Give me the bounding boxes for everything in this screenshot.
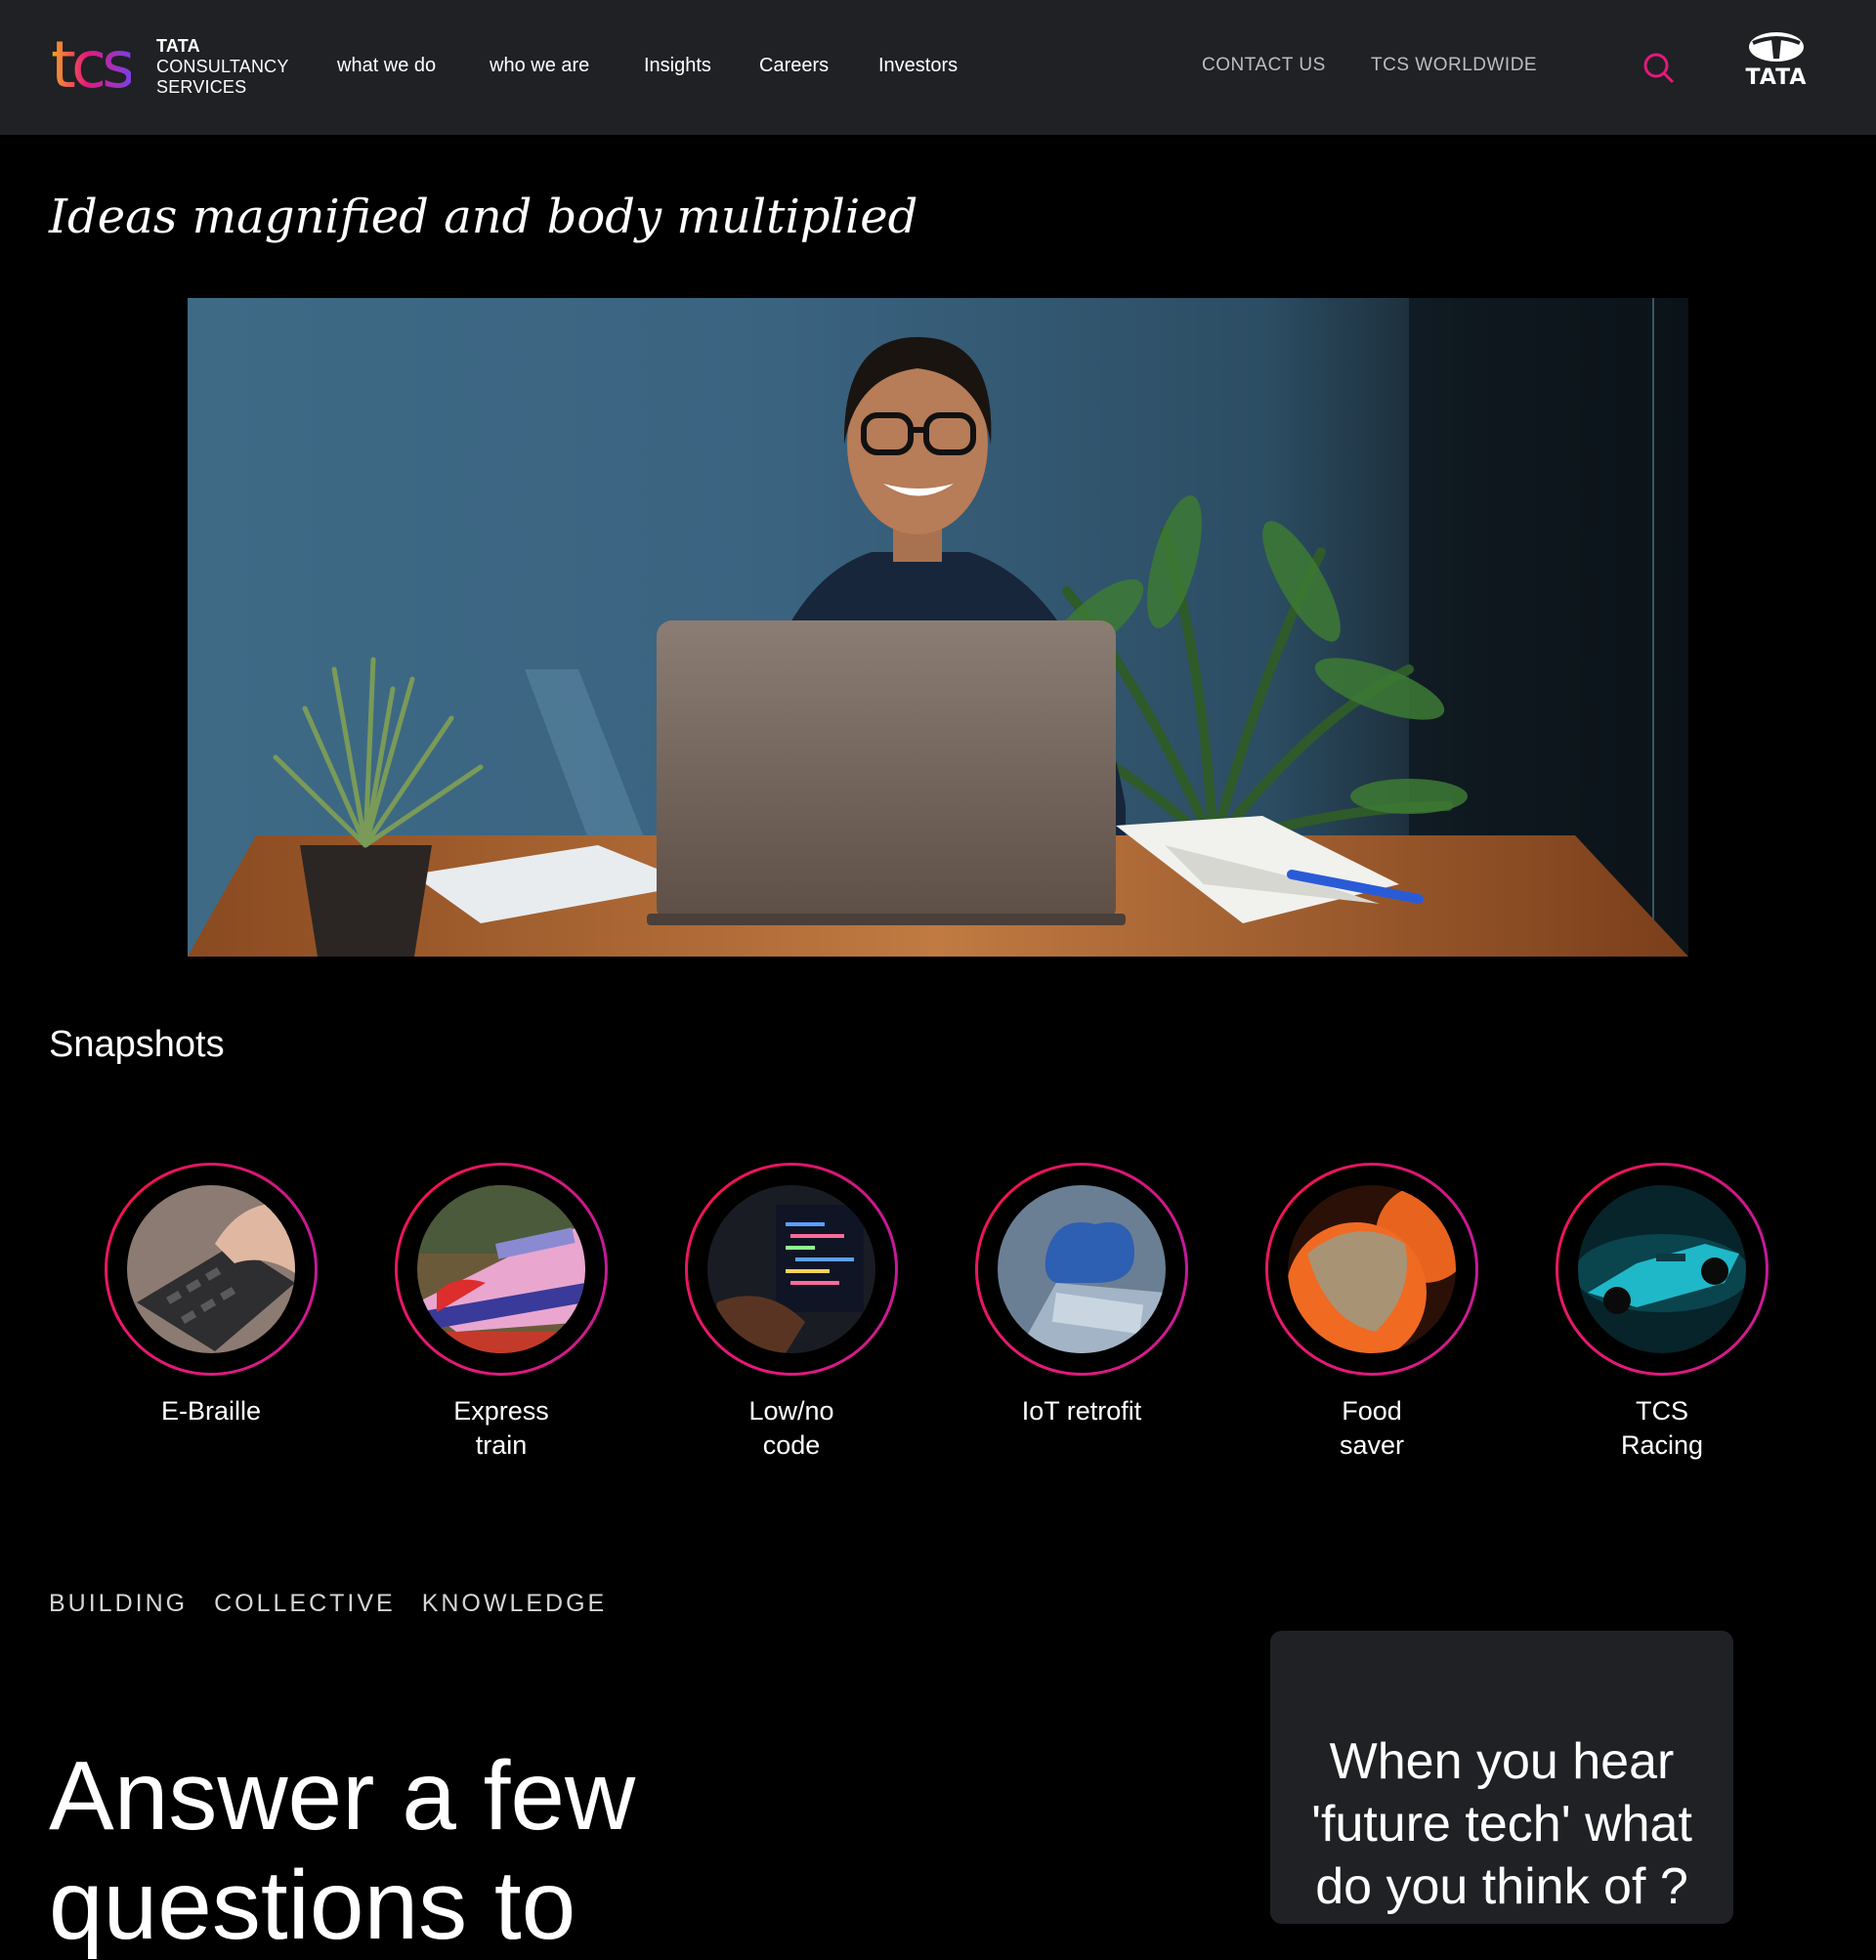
tcs-racing-thumbnail [1578,1185,1746,1353]
tcs-logo[interactable]: tcs TATA CONSULTANCY SERVICES [51,33,295,102]
tata-emblem-icon [1749,32,1804,62]
nav-insights[interactable]: Insights [644,54,711,77]
woman-with-laptop-illustration [188,298,1688,957]
snapshot-label: Food saver [1339,1396,1405,1460]
logo-line-services: SERVICES [156,77,247,97]
nav-careers[interactable]: Careers [759,54,829,77]
tcs-logo-mark: tcs [51,27,136,103]
search-button[interactable] [1642,51,1677,86]
nav-what-we-do[interactable]: what we do [337,54,436,77]
snapshot-ring [685,1163,898,1376]
express-train-thumbnail [417,1185,585,1353]
snapshot-label: Express train [453,1396,549,1460]
snapshot-iot-retrofit[interactable]: IoT retrofit [975,1163,1188,1428]
logo-line-tata: TATA [156,36,200,56]
hero-image [188,298,1688,957]
snapshot-ring [105,1163,318,1376]
snapshot-e-braille[interactable]: E-Braille [105,1163,318,1428]
contact-us-link[interactable]: CONTACT US [1202,54,1326,77]
snapshot-low-no-code[interactable]: Low/no code [685,1163,898,1463]
snapshot-ring [1556,1163,1769,1376]
low-no-code-thumbnail [707,1185,875,1353]
snapshot-ring [395,1163,608,1376]
tcs-worldwide-link[interactable]: TCS WORLDWIDE [1371,54,1537,77]
snapshot-tcs-racing[interactable]: TCS Racing [1556,1163,1769,1463]
food-saver-thumbnail [1288,1185,1456,1353]
knowledge-kicker: BUILDING COLLECTIVE KNOWLEDGE [49,1589,633,1618]
snapshots-title: Snapshots [49,1024,225,1065]
kicker-word: COLLECTIVE [214,1590,396,1617]
snapshot-food-saver[interactable]: Food saver [1265,1163,1478,1463]
snapshot-ring [975,1163,1188,1376]
kicker-word: BUILDING [49,1590,189,1617]
logo-line-consultancy: CONSULTANCY [156,57,289,76]
e-braille-thumbnail [127,1185,295,1353]
snapshot-express-train[interactable]: Express train [395,1163,608,1463]
iot-retrofit-thumbnail [998,1185,1166,1353]
search-icon [1643,53,1674,83]
snapshot-label: TCS Racing [1620,1396,1704,1460]
tata-wordmark: TATA [1745,65,1808,90]
quiz-question: When you hear 'future tech' what do you … [1311,1733,1692,1915]
nav-who-we-are[interactable]: who we are [490,54,589,77]
quiz-headline: Answer a few questions to [49,1741,636,1960]
snapshot-label: Low/no code [748,1396,834,1460]
tata-group-logo[interactable]: TATA [1739,27,1813,94]
snapshot-label: IoT retrofit [1021,1396,1142,1426]
tcs-logo-wordmark: TATA CONSULTANCY SERVICES [156,36,303,98]
nav-investors[interactable]: Investors [878,54,958,77]
snapshot-label: E-Braille [160,1396,262,1426]
hero-tagline: Ideas magnified and body multiplied [49,190,918,244]
snapshot-ring [1265,1163,1478,1376]
kicker-word: KNOWLEDGE [421,1590,608,1617]
site-header: tcs TATA CONSULTANCY SERVICES what we do… [0,0,1876,135]
quiz-card[interactable]: When you hear 'future tech' what do you … [1270,1631,1733,1924]
